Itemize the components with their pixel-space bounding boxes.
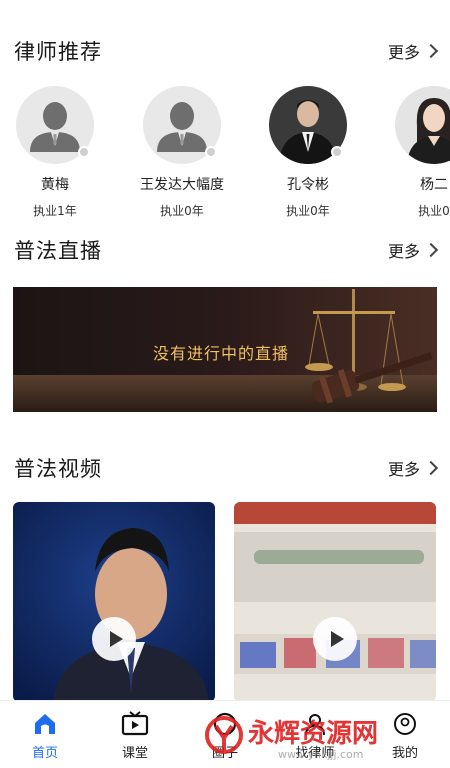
more-label: 更多 bbox=[387, 43, 420, 62]
live-empty-text: 没有进行中的直播 bbox=[153, 344, 290, 363]
lawyer-years: 执业1年 bbox=[33, 204, 77, 218]
tab-label: 课堂 bbox=[121, 746, 148, 761]
svg-text:永辉资源网: 永辉资源网 bbox=[248, 719, 378, 749]
more-label: 更多 bbox=[387, 242, 420, 261]
lawyer-section-header: 律师推荐 更多 bbox=[14, 36, 439, 66]
avatar bbox=[143, 86, 221, 164]
lawyer-card[interactable]: 王发达大幅度 执业0年 bbox=[127, 86, 237, 218]
lawyer-more-link[interactable]: 更多 bbox=[387, 39, 439, 63]
video-more-link[interactable]: 更多 bbox=[387, 456, 439, 480]
status-dot bbox=[331, 146, 343, 158]
avatar bbox=[395, 86, 450, 164]
lawyer-card[interactable]: 杨二 执业0 bbox=[379, 86, 450, 218]
lawyer-name: 黄梅 bbox=[41, 177, 69, 193]
watermark-logo: 永辉资源网 www.yhkjjj.com bbox=[205, 716, 378, 761]
video-section-header: 普法视频 更多 bbox=[14, 453, 439, 483]
play-icon[interactable] bbox=[313, 617, 357, 661]
chevron-right-icon bbox=[423, 43, 439, 59]
lawyer-years: 执业0年 bbox=[286, 204, 330, 218]
tab-label: 首页 bbox=[31, 746, 58, 761]
tab-classroom[interactable]: 课堂 bbox=[90, 701, 180, 768]
lawyer-years: 执业0 bbox=[418, 204, 450, 218]
more-label: 更多 bbox=[387, 460, 420, 479]
live-section-header: 普法直播 更多 bbox=[14, 235, 439, 265]
status-dot bbox=[78, 146, 90, 158]
video-card[interactable] bbox=[13, 502, 215, 702]
home-icon bbox=[30, 709, 60, 739]
svg-text:www.yhkjjj.com: www.yhkjjj.com bbox=[278, 748, 364, 761]
lawyer-name: 孔令彬 bbox=[287, 177, 329, 193]
lawyer-photo-female bbox=[395, 86, 450, 164]
video-thumbnail bbox=[13, 502, 215, 702]
avatar bbox=[16, 86, 94, 164]
chevron-right-icon bbox=[423, 242, 439, 258]
lawyer-list[interactable]: 黄梅 执业1年 王发达大幅度 执业0年 孔令彬 执业0年 杨二 执业0 bbox=[0, 86, 450, 218]
video-thumbnail bbox=[234, 502, 436, 702]
tv-icon bbox=[120, 709, 150, 739]
video-list[interactable] bbox=[13, 502, 450, 702]
status-dot bbox=[205, 146, 217, 158]
tab-home[interactable]: 首页 bbox=[0, 701, 90, 768]
live-section-title: 普法直播 bbox=[14, 239, 102, 263]
chevron-right-icon bbox=[423, 460, 439, 476]
lawyer-section-title: 律师推荐 bbox=[14, 40, 102, 64]
video-section-title: 普法视频 bbox=[14, 457, 102, 481]
lawyer-card[interactable]: 黄梅 执业1年 bbox=[0, 86, 110, 218]
avatar bbox=[269, 86, 347, 164]
lawyer-card[interactable]: 孔令彬 执业0年 bbox=[253, 86, 363, 218]
video-card[interactable] bbox=[234, 502, 436, 702]
live-banner[interactable]: 没有进行中的直播 bbox=[13, 287, 437, 412]
lawyer-years: 执业0年 bbox=[160, 204, 204, 218]
play-icon[interactable] bbox=[92, 617, 136, 661]
lawyer-name: 杨二 bbox=[420, 177, 448, 193]
live-more-link[interactable]: 更多 bbox=[387, 238, 439, 262]
lawyer-name: 王发达大幅度 bbox=[140, 177, 224, 193]
